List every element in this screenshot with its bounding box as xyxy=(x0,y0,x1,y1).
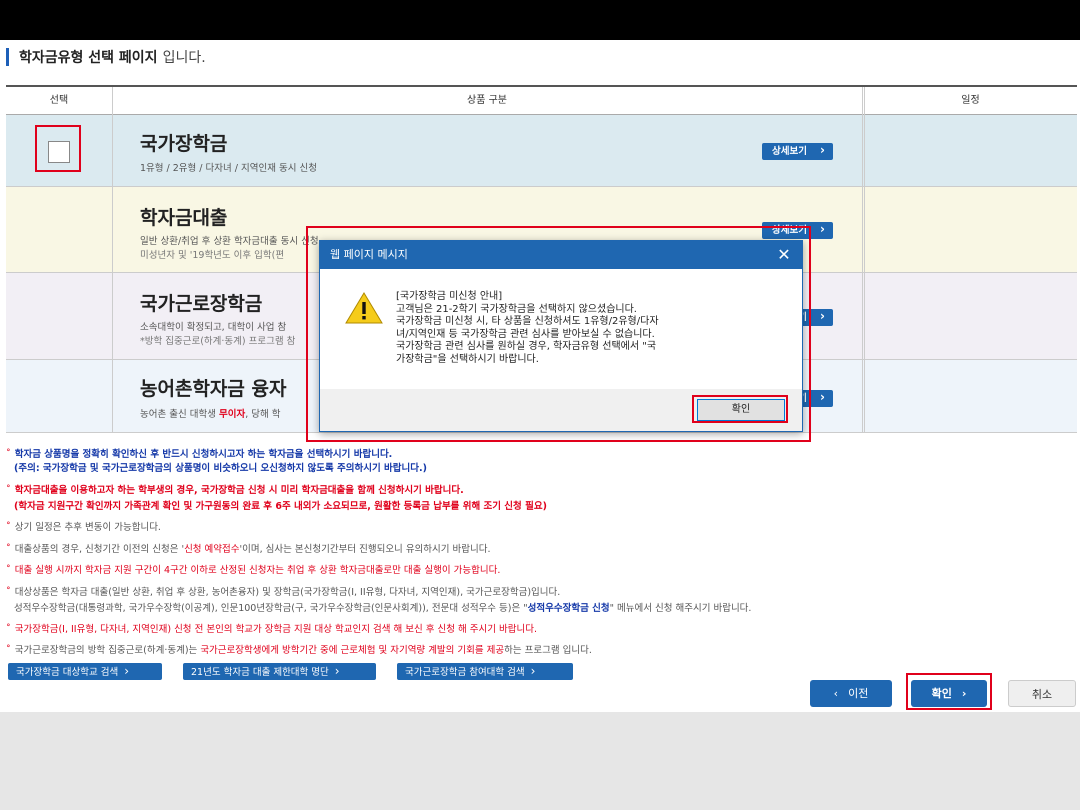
notice-item: ˚ 대출 실행 시까지 학자금 지원 구간이 4구간 이하로 산정된 신청자는 취… xyxy=(6,565,501,576)
school-search-button[interactable]: 국가장학금 대상학교 검색 xyxy=(8,663,162,680)
product-name: 농어촌학자금 융자 xyxy=(140,378,287,400)
product-desc-highlight: 무이자 xyxy=(219,409,246,420)
bottom-gray-area xyxy=(0,712,1080,810)
product-desc: 소속대학이 확정되고, 대학이 사업 참 xyxy=(140,322,287,333)
product-desc: 농어촌 출신 대학생 무이자, 당해 학 xyxy=(140,406,281,420)
col-schedule-header: 일정 xyxy=(961,95,980,106)
notice-item: ˚ 상기 일정은 추후 변동이 가능합니다. xyxy=(6,522,161,533)
page-title: 학자금유형 선택 페이지 xyxy=(19,50,158,66)
product-desc-2: *방학 집중근로(하계·동계) 프로그램 참 xyxy=(140,336,296,347)
dialog-ok-highlight-box xyxy=(692,395,788,423)
limited-univ-list-button[interactable]: 21년도 학자금 대출 제한대학 명단 xyxy=(183,663,376,680)
checkbox-highlight-box xyxy=(35,125,81,172)
table-header: 선택 상품 구분 일정 xyxy=(6,87,1077,115)
product-desc-2: 미성년자 및 '19학년도 이후 입학(편 xyxy=(140,250,285,261)
notice-item: ˚ 학자금 상품명을 정확히 확인하신 후 반드시 신청하시고자 하는 학자금을 … xyxy=(6,449,393,460)
col-divider xyxy=(862,87,863,433)
notice-item: 성적우수장학금(대통령과학, 국가우수장학(이공계), 인문100년장학금(구,… xyxy=(14,603,752,614)
notice-item: (학자금 지원구간 확인까지 가족관계 확인 및 가구원동의 완료 후 6주 내… xyxy=(14,501,547,512)
next-button-highlight-box xyxy=(906,673,992,710)
notice-item: ˚ 대상상품은 학자금 대출(일반 상환, 취업 후 상환, 농어촌융자) 및 장… xyxy=(6,587,561,598)
notice-item: ˚ 국가장학금(I, II유형, 다자녀, 지역인재) 신청 전 본인의 학교가 … xyxy=(6,624,538,635)
page-title-suffix: 입니다. xyxy=(162,50,206,66)
work-univ-search-button[interactable]: 국가근로장학금 참여대학 검색 xyxy=(397,663,573,680)
notice-item: ˚ 대출상품의 경우, 신청기간 이전의 신청은 '신청 예약접수'이며, 심사는… xyxy=(6,544,491,555)
col-divider xyxy=(864,87,865,433)
detail-button[interactable]: 상세보기 xyxy=(762,142,833,160)
top-black-bar xyxy=(0,0,1080,40)
col-divider xyxy=(112,87,113,433)
col-product-header: 상품 구분 xyxy=(467,95,507,106)
notice-item: ˚ 국가근로장학금의 방학 집중근로(하계·동계)는 국가근로장학생에게 방학기간… xyxy=(6,645,592,656)
chevron-left-icon: ‹ xyxy=(833,687,839,700)
table-row-national-scholarship: 국가장학금 1유형 / 2유형 / 다자녀 / 지역인재 동시 신청 상세보기 xyxy=(6,115,1077,187)
col-select-header: 선택 xyxy=(49,95,69,106)
product-name: 국가장학금 xyxy=(140,133,228,155)
heading-accent-bar xyxy=(6,48,9,66)
product-desc-text: 농어촌 출신 대학생 xyxy=(140,409,216,420)
prev-button[interactable]: ‹ 이전 xyxy=(810,680,892,707)
product-desc: 일반 상환/취업 후 상환 학자금대출 동시 신청 xyxy=(140,236,319,247)
product-name: 학자금대출 xyxy=(140,207,228,229)
page-heading: 학자금유형 선택 페이지 입니다. xyxy=(6,48,206,66)
product-desc: 1유형 / 2유형 / 다자녀 / 지역인재 동시 신청 xyxy=(140,163,317,174)
notice-item: (주의: 국가장학금 및 국가근로장학금의 상품명이 비슷하오니 오신청하지 않… xyxy=(14,463,427,474)
product-name: 국가근로장학금 xyxy=(140,293,263,315)
product-desc-tail: , 당해 학 xyxy=(245,409,281,420)
notice-item: ˚ 학자금대출을 이용하고자 하는 학부생의 경우, 국가장학금 신청 시 미리 … xyxy=(6,485,464,496)
cancel-button[interactable]: 취소 xyxy=(1008,680,1076,707)
